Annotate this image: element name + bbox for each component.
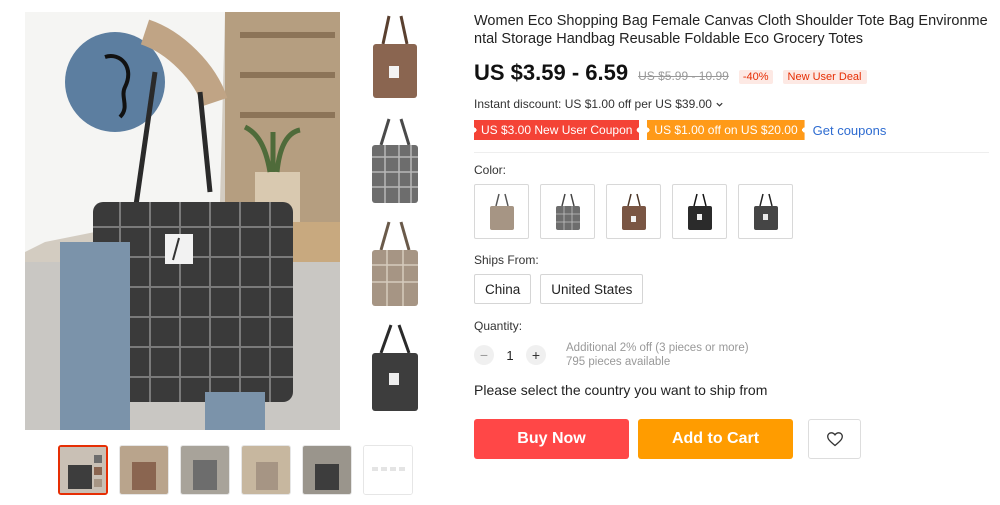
thumbnail-image: [364, 446, 412, 494]
coupons-row: US $3.00 New User Coupon US $1.00 off on…: [474, 120, 989, 140]
stock-available: 795 pieces available: [566, 356, 671, 368]
bottom-thumbnail-6[interactable]: [363, 445, 413, 495]
ships-from-china[interactable]: China: [474, 274, 532, 304]
add-to-cart-button[interactable]: Add to Cart: [638, 419, 793, 459]
ships-from-united-states[interactable]: United States: [540, 274, 644, 304]
thumbnail-image: [60, 447, 106, 493]
bag-swatch-icon: [687, 193, 712, 230]
new-user-deal-badge: New User Deal: [782, 70, 867, 84]
quantity-decrease-button[interactable]: −: [474, 345, 494, 365]
color-swatch-brown[interactable]: [606, 184, 661, 239]
heart-icon: [826, 432, 843, 447]
bag-swatch-icon: [489, 193, 514, 230]
color-swatch-gray-plaid[interactable]: [540, 184, 595, 239]
product-details: Women Eco Shopping Bag Female Canvas Clo…: [474, 12, 989, 459]
bottom-thumbnail-2[interactable]: [119, 445, 169, 495]
color-swatch-black[interactable]: [672, 184, 727, 239]
side-thumbnail-black[interactable]: [362, 321, 428, 416]
thumbnail-image: [181, 446, 229, 494]
brown-bag-icon: [373, 15, 417, 98]
new-user-coupon[interactable]: US $3.00 New User Coupon: [474, 120, 640, 140]
color-label: Color:: [474, 163, 507, 177]
ships-from-options: China United States: [474, 274, 989, 304]
color-swatch-gray-beige[interactable]: [474, 184, 529, 239]
original-price: US $5.99 - 10.99: [638, 69, 729, 83]
product-price: US $3.59 - 6.59: [474, 60, 629, 85]
divider: [474, 152, 989, 153]
bottom-thumbnail-5[interactable]: [302, 445, 352, 495]
action-buttons: Buy Now Add to Cart: [474, 419, 989, 459]
wishlist-button[interactable]: [808, 419, 861, 459]
thumbnail-image: [120, 446, 168, 494]
quantity-stepper: − 1 + Additional 2% off (3 pieces or mor…: [474, 341, 989, 369]
side-thumbnail-list: [362, 12, 428, 424]
main-photo-illustration: [25, 12, 340, 430]
instant-discount-text: Instant discount: US $1.00 off per US $3…: [474, 97, 712, 111]
bottom-thumbnail-3[interactable]: [180, 445, 230, 495]
price-row: US $3.59 - 6.59 US $5.99 - 10.99 -40% Ne…: [474, 60, 989, 86]
bag-swatch-icon: [753, 193, 778, 230]
color-swatches: [474, 184, 989, 239]
main-product-image[interactable]: [25, 12, 340, 430]
beige-bag-icon: [372, 221, 418, 306]
bottom-thumbnail-1[interactable]: [58, 445, 108, 495]
product-title: Women Eco Shopping Bag Female Canvas Clo…: [474, 13, 988, 47]
side-thumbnail-plaid[interactable]: [362, 115, 428, 210]
color-swatch-dark-gray[interactable]: [738, 184, 793, 239]
plaid-bag-icon: [372, 118, 418, 203]
bag-swatch-icon: [621, 193, 646, 230]
chevron-down-icon: [716, 102, 723, 107]
bulk-discount-note: Additional 2% off (3 pieces or more): [566, 342, 749, 354]
quantity-increase-button[interactable]: +: [526, 345, 546, 365]
bottom-thumbnail-4[interactable]: [241, 445, 291, 495]
quantity-label: Quantity:: [474, 319, 523, 333]
store-coupon[interactable]: US $1.00 off on US $20.00: [647, 120, 805, 140]
get-coupons-link[interactable]: Get coupons: [813, 123, 887, 138]
thumbnail-image: [303, 446, 351, 494]
bag-swatch-icon: [555, 193, 580, 230]
ship-country-note: Please select the country you want to sh…: [474, 382, 768, 398]
bottom-thumbnail-strip: [58, 445, 413, 495]
thumbnail-image: [242, 446, 290, 494]
instant-discount[interactable]: Instant discount: US $1.00 off per US $3…: [474, 97, 989, 111]
side-thumbnail-brown[interactable]: [362, 12, 428, 107]
side-thumbnail-beige[interactable]: [362, 218, 428, 313]
ships-from-label: Ships From:: [474, 253, 539, 267]
discount-badge: -40%: [738, 70, 773, 84]
quantity-value[interactable]: 1: [494, 348, 526, 363]
buy-now-button[interactable]: Buy Now: [474, 419, 629, 459]
black-bag-icon: [372, 323, 418, 411]
quantity-info: Additional 2% off (3 pieces or more) 795…: [566, 341, 749, 369]
